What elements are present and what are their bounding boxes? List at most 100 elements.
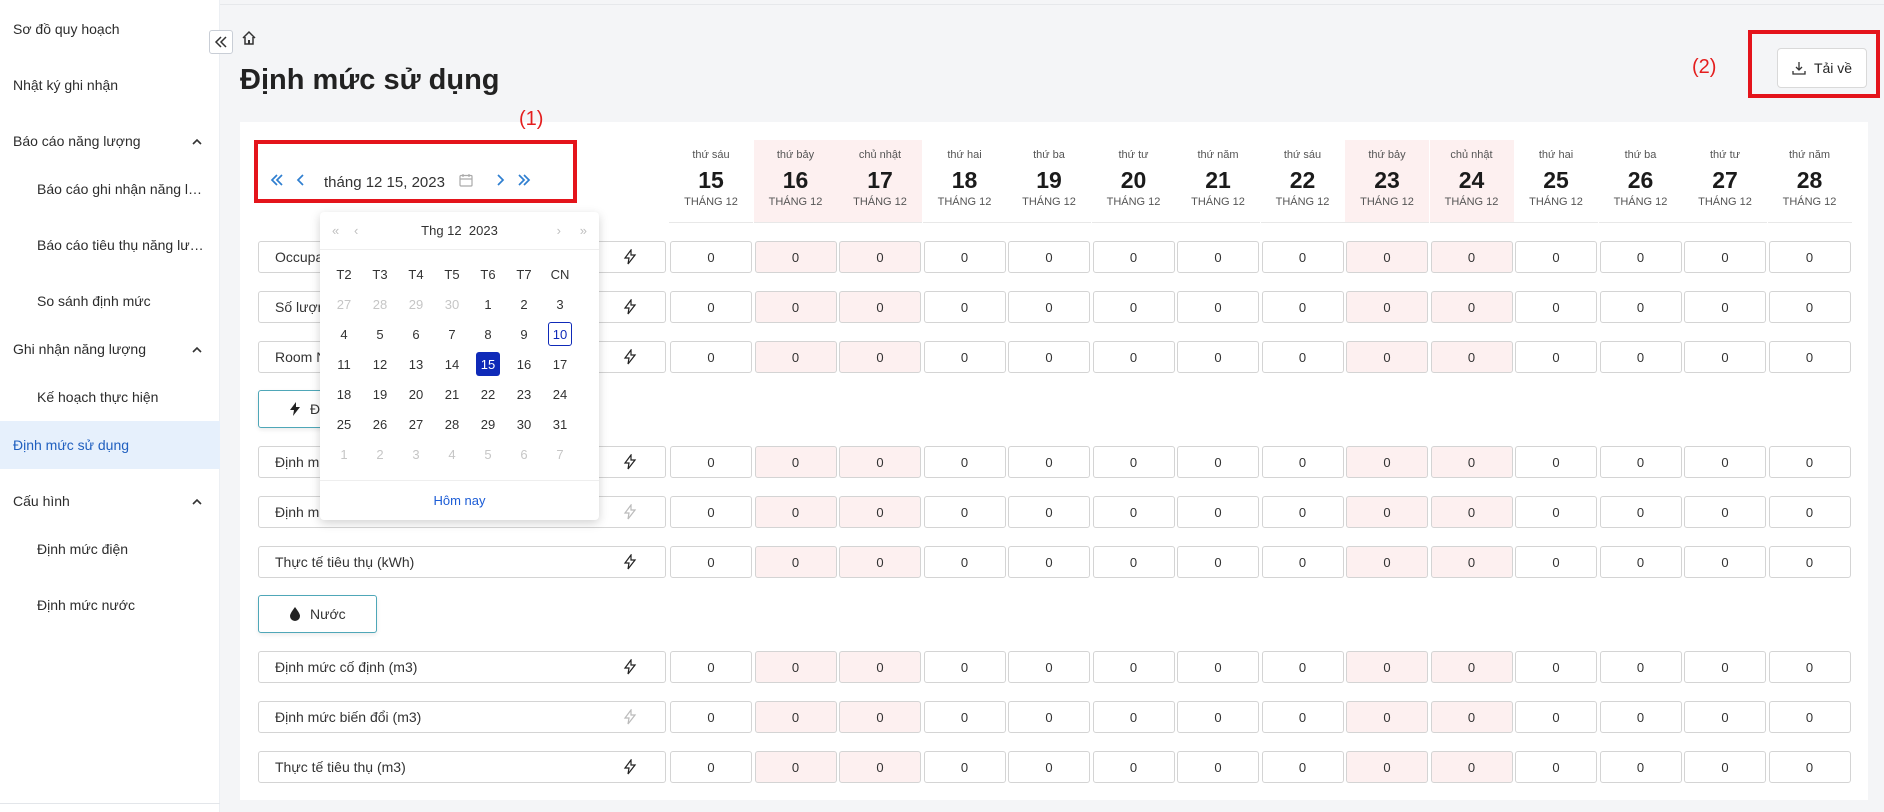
value-cell[interactable]: 0 — [1346, 651, 1428, 683]
value-cell[interactable]: 0 — [1599, 291, 1682, 323]
row-label[interactable]: Thực tế tiêu thụ (m3) — [258, 751, 666, 783]
calendar-day[interactable]: 7 — [437, 322, 467, 346]
value-cell[interactable]: 0 — [1261, 241, 1344, 273]
calendar-day[interactable]: 14 — [437, 352, 467, 376]
sidebar-item-water-quota[interactable]: Định mức nước — [0, 581, 220, 629]
value-cell[interactable]: 0 — [839, 241, 921, 273]
calendar-day[interactable]: 22 — [473, 382, 503, 406]
cal-next-month-icon[interactable]: › — [557, 223, 561, 238]
value-cell[interactable]: 0 — [1092, 446, 1175, 478]
calendar-day[interactable]: 1 — [473, 292, 503, 316]
value-cell[interactable]: 0 — [1430, 751, 1513, 783]
value-cell[interactable]: 0 — [1515, 651, 1597, 683]
value-cell[interactable]: 0 — [1599, 751, 1682, 783]
calendar-day[interactable]: 9 — [509, 322, 539, 346]
value-cell[interactable]: 0 — [670, 241, 752, 273]
value-cell[interactable]: 0 — [1092, 291, 1175, 323]
value-cell[interactable]: 0 — [1092, 341, 1175, 373]
value-cell[interactable]: 0 — [839, 546, 921, 578]
value-cell[interactable]: 0 — [1092, 651, 1175, 683]
value-cell[interactable]: 0 — [1008, 241, 1090, 273]
download-button[interactable]: Tải về — [1777, 48, 1867, 88]
calendar-day[interactable]: 16 — [509, 352, 539, 376]
calendar-day[interactable]: 20 — [401, 382, 431, 406]
value-cell[interactable]: 0 — [923, 341, 1006, 373]
value-cell[interactable]: 0 — [1515, 701, 1597, 733]
calendar-day[interactable]: 28 — [437, 412, 467, 436]
value-cell[interactable]: 0 — [839, 446, 921, 478]
value-cell[interactable]: 0 — [670, 546, 752, 578]
value-cell[interactable]: 0 — [1008, 701, 1090, 733]
value-cell[interactable]: 0 — [1430, 446, 1513, 478]
value-cell[interactable]: 0 — [839, 291, 921, 323]
value-cell[interactable]: 0 — [1768, 241, 1851, 273]
value-cell[interactable]: 0 — [670, 751, 752, 783]
value-cell[interactable]: 0 — [754, 751, 837, 783]
calendar-day[interactable]: 15 — [476, 352, 500, 376]
value-cell[interactable]: 0 — [670, 341, 752, 373]
sidebar-item-electric-quota[interactable]: Định mức điện — [0, 525, 220, 573]
value-cell[interactable]: 0 — [1430, 701, 1513, 733]
value-cell[interactable]: 0 — [754, 651, 837, 683]
calendar-day[interactable]: 13 — [401, 352, 431, 376]
value-cell[interactable]: 0 — [1430, 241, 1513, 273]
calendar-day[interactable]: 2 — [509, 292, 539, 316]
value-cell[interactable]: 0 — [1768, 341, 1851, 373]
bolt-icon[interactable] — [623, 759, 637, 775]
value-cell[interactable]: 0 — [1261, 341, 1344, 373]
value-cell[interactable]: 0 — [1177, 546, 1259, 578]
calendar-day[interactable]: 26 — [365, 412, 395, 436]
value-cell[interactable]: 0 — [1599, 241, 1682, 273]
value-cell[interactable]: 0 — [1261, 546, 1344, 578]
value-cell[interactable]: 0 — [1008, 651, 1090, 683]
calendar-day[interactable]: 18 — [329, 382, 359, 406]
value-cell[interactable]: 0 — [923, 546, 1006, 578]
value-cell[interactable]: 0 — [923, 446, 1006, 478]
value-cell[interactable]: 0 — [670, 496, 752, 528]
sidebar-item-log[interactable]: Nhật ký ghi nhận — [0, 61, 220, 109]
value-cell[interactable]: 0 — [923, 241, 1006, 273]
value-cell[interactable]: 0 — [1092, 751, 1175, 783]
value-cell[interactable]: 0 — [1684, 651, 1766, 683]
value-cell[interactable]: 0 — [1008, 751, 1090, 783]
sidebar-group-energy-record[interactable]: Ghi nhận năng lượng — [0, 325, 220, 373]
sidebar-item-energy-record-report[interactable]: Báo cáo ghi nhận năng lượng — [0, 165, 220, 213]
value-cell[interactable]: 0 — [670, 291, 752, 323]
sidebar-item-energy-consumption-report[interactable]: Báo cáo tiêu thụ năng lượng — [0, 221, 220, 269]
sidebar-item-compare-quota[interactable]: So sánh định mức — [0, 277, 220, 325]
calendar-day[interactable]: 21 — [437, 382, 467, 406]
value-cell[interactable]: 0 — [670, 446, 752, 478]
row-label[interactable]: Định mức biến đổi (m3) — [258, 701, 666, 733]
value-cell[interactable]: 0 — [1430, 341, 1513, 373]
value-cell[interactable]: 0 — [839, 751, 921, 783]
value-cell[interactable]: 0 — [1177, 701, 1259, 733]
calendar-day[interactable]: 12 — [365, 352, 395, 376]
bolt-icon[interactable] — [623, 454, 637, 470]
value-cell[interactable]: 0 — [1768, 496, 1851, 528]
value-cell[interactable]: 0 — [670, 651, 752, 683]
value-cell[interactable]: 0 — [1008, 546, 1090, 578]
value-cell[interactable]: 0 — [839, 701, 921, 733]
value-cell[interactable]: 0 — [1599, 651, 1682, 683]
value-cell[interactable]: 0 — [670, 701, 752, 733]
value-cell[interactable]: 0 — [1177, 341, 1259, 373]
value-cell[interactable]: 0 — [839, 651, 921, 683]
value-cell[interactable]: 0 — [839, 341, 921, 373]
calendar-day[interactable]: 27 — [401, 412, 431, 436]
water-section-button[interactable]: Nước — [258, 595, 377, 633]
calendar-day[interactable]: 27 — [329, 292, 359, 316]
value-cell[interactable]: 0 — [1092, 701, 1175, 733]
value-cell[interactable]: 0 — [923, 751, 1006, 783]
value-cell[interactable]: 0 — [1599, 341, 1682, 373]
calendar-day[interactable]: 4 — [329, 322, 359, 346]
value-cell[interactable]: 0 — [1177, 241, 1259, 273]
value-cell[interactable]: 0 — [754, 341, 837, 373]
value-cell[interactable]: 0 — [754, 291, 837, 323]
value-cell[interactable]: 0 — [1346, 751, 1428, 783]
value-cell[interactable]: 0 — [1261, 446, 1344, 478]
value-cell[interactable]: 0 — [839, 496, 921, 528]
value-cell[interactable]: 0 — [1768, 291, 1851, 323]
value-cell[interactable]: 0 — [1599, 446, 1682, 478]
calendar-day[interactable]: 29 — [401, 292, 431, 316]
value-cell[interactable]: 0 — [1768, 546, 1851, 578]
